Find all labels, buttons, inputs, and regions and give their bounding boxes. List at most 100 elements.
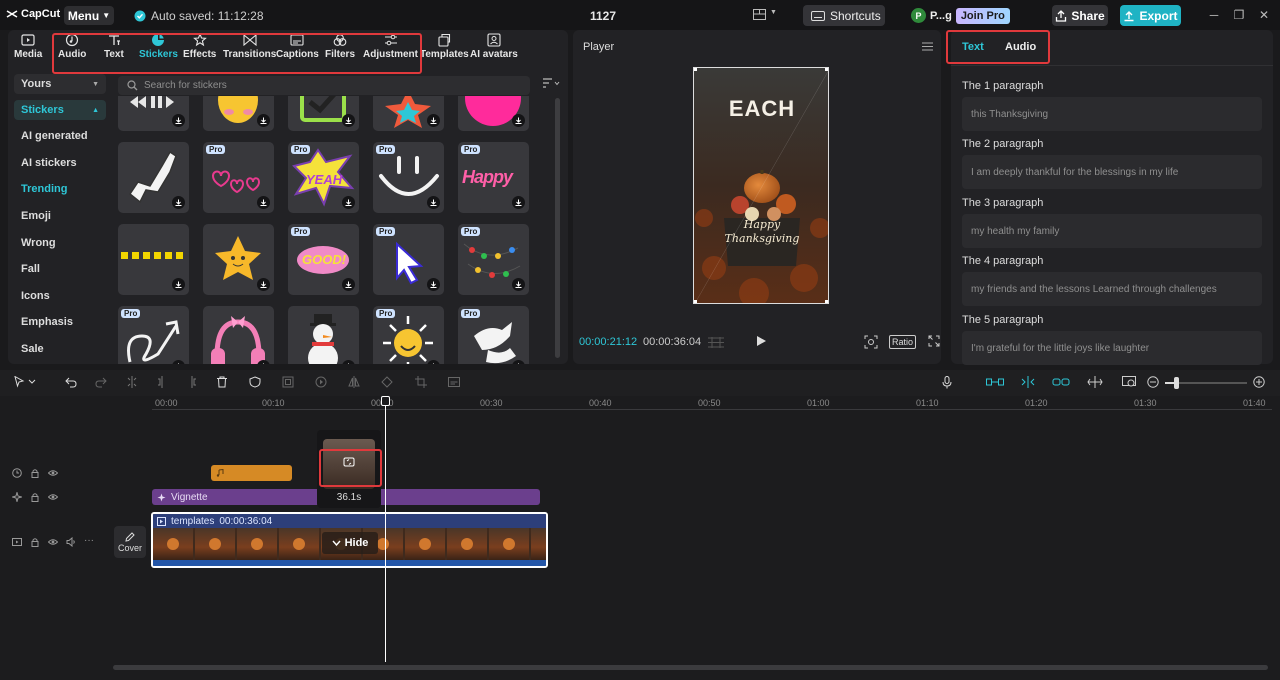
download-icon[interactable] xyxy=(427,278,440,291)
nav-fall[interactable]: Fall xyxy=(14,256,106,283)
paragraph-text-field[interactable]: I am deeply thankful for the blessings i… xyxy=(962,155,1262,189)
nav-emoji[interactable]: Emoji xyxy=(14,203,106,230)
sticker-tile[interactable] xyxy=(203,96,274,131)
tab-filters[interactable]: Filters xyxy=(325,33,355,60)
timecode-format-icon[interactable] xyxy=(707,336,725,349)
record-button[interactable] xyxy=(942,376,952,389)
resize-handle[interactable] xyxy=(694,68,697,71)
split-button[interactable] xyxy=(126,376,138,388)
fullscreen-button[interactable] xyxy=(928,335,940,347)
close-button[interactable]: ✕ xyxy=(1257,8,1271,22)
sticker-tile[interactable] xyxy=(458,96,529,131)
download-icon[interactable] xyxy=(427,196,440,209)
nav-ai-stickers[interactable]: AI stickers xyxy=(14,150,106,177)
export-button[interactable]: Export xyxy=(1120,5,1181,26)
sticker-tile[interactable] xyxy=(288,306,359,364)
eye-icon[interactable] xyxy=(48,537,58,547)
nav-trending[interactable]: Trending xyxy=(14,176,106,203)
zoom-slider-handle[interactable] xyxy=(1174,377,1179,389)
sticker-tile[interactable] xyxy=(118,96,189,131)
download-icon[interactable] xyxy=(342,278,355,291)
sticker-tile[interactable] xyxy=(118,224,189,295)
download-icon[interactable] xyxy=(172,196,185,209)
nav-sale[interactable]: Sale xyxy=(14,336,106,363)
delete-button[interactable] xyxy=(216,376,228,388)
tab-ai-avatars[interactable]: AI avatars xyxy=(470,33,518,60)
sticker-tile[interactable]: Pro GOOD! xyxy=(288,224,359,295)
sticker-tile[interactable]: Pro Happy xyxy=(458,142,529,213)
tab-audio[interactable]: Audio xyxy=(1005,41,1036,53)
undo-button[interactable] xyxy=(65,376,77,388)
download-icon[interactable] xyxy=(512,196,525,209)
download-icon[interactable] xyxy=(257,278,270,291)
eye-icon[interactable] xyxy=(48,492,58,502)
cover-button[interactable]: Cover xyxy=(114,526,146,558)
crop-button[interactable] xyxy=(415,376,427,388)
tab-media[interactable]: Media xyxy=(14,33,42,60)
audio-clip[interactable] xyxy=(211,465,292,481)
mask-button[interactable] xyxy=(249,376,261,388)
menu-button[interactable]: Menu ▼ xyxy=(64,6,114,25)
tab-adjustment[interactable]: Adjustment xyxy=(363,33,418,60)
download-icon[interactable] xyxy=(512,278,525,291)
linkage-toggle[interactable] xyxy=(1052,376,1070,388)
tab-text[interactable]: Text xyxy=(962,41,984,53)
preview-axis-toggle[interactable] xyxy=(1087,376,1103,388)
paragraph-text-field[interactable]: this Thanksgiving xyxy=(962,97,1262,131)
nav-stickers[interactable]: Stickers ▲ xyxy=(14,100,106,120)
nav-emphasis[interactable]: Emphasis xyxy=(14,309,106,336)
download-icon[interactable] xyxy=(427,114,440,127)
play-button[interactable] xyxy=(755,335,767,347)
paragraph-text-field[interactable]: my health my family xyxy=(962,214,1262,248)
zoom-in-button[interactable] xyxy=(1253,376,1265,388)
speaker-icon[interactable] xyxy=(66,537,76,547)
lock-icon[interactable] xyxy=(30,537,40,547)
sticker-tile[interactable]: Pro YEAH xyxy=(288,142,359,213)
time-ruler[interactable] xyxy=(152,409,1272,410)
sticker-tile[interactable]: Pro xyxy=(118,306,189,364)
zoom-fit-button[interactable] xyxy=(1122,376,1136,388)
share-button[interactable]: Share xyxy=(1052,5,1108,26)
tab-templates[interactable]: Templates xyxy=(420,33,469,60)
player-menu-icon[interactable] xyxy=(922,42,933,51)
download-icon[interactable] xyxy=(257,196,270,209)
paragraph-text-field[interactable]: I'm grateful for the little joys like la… xyxy=(962,331,1262,365)
split-right-button[interactable] xyxy=(186,376,198,388)
sticker-tile[interactable] xyxy=(118,142,189,213)
zoom-slider[interactable] xyxy=(1165,377,1247,389)
playhead-handle[interactable] xyxy=(381,396,390,406)
user-pill[interactable]: P P...g Join Pro xyxy=(911,6,1010,25)
tab-audio[interactable]: Audio xyxy=(58,33,86,60)
download-icon[interactable] xyxy=(342,196,355,209)
video-preview[interactable]: EACH Happy Thanksgiving xyxy=(693,67,829,304)
download-icon[interactable] xyxy=(172,114,185,127)
nav-wrong[interactable]: Wrong xyxy=(14,229,106,256)
tab-transitions[interactable]: Transitions xyxy=(223,33,276,60)
redo-button[interactable] xyxy=(95,376,107,388)
rotate-button[interactable] xyxy=(381,376,393,388)
link-toggle[interactable] xyxy=(986,376,1004,388)
sticker-scrollbar[interactable] xyxy=(555,98,560,358)
snap-toggle[interactable] xyxy=(1019,376,1037,388)
sticker-tile[interactable] xyxy=(203,224,274,295)
shortcuts-button[interactable]: Shortcuts xyxy=(803,5,885,26)
select-tool-button[interactable] xyxy=(14,376,36,388)
layout-button[interactable]: ▼ xyxy=(753,9,777,20)
tab-captions[interactable]: Captions xyxy=(276,33,319,60)
sticker-tile[interactable]: Pro xyxy=(373,224,444,295)
nav-icons[interactable]: Icons xyxy=(14,283,106,310)
captions-button[interactable] xyxy=(448,376,460,388)
more-icon[interactable]: ··· xyxy=(84,536,94,547)
freeze-button[interactable] xyxy=(282,376,294,388)
paragraph-text-field[interactable]: my friends and the lessons Learned throu… xyxy=(962,272,1262,306)
split-left-button[interactable] xyxy=(156,376,168,388)
hide-button[interactable]: Hide xyxy=(322,532,378,554)
filter-sort-button[interactable] xyxy=(542,78,560,88)
download-icon[interactable] xyxy=(257,114,270,127)
eye-icon[interactable] xyxy=(48,468,58,478)
sticker-tile[interactable] xyxy=(288,96,359,131)
sticker-tile[interactable]: Pro xyxy=(458,306,529,364)
main-video-clip[interactable]: templates 00:00:36:04 Hide xyxy=(151,512,548,568)
timeline-scrollbar[interactable] xyxy=(113,665,1268,670)
sticker-tile[interactable]: Pro xyxy=(373,142,444,213)
